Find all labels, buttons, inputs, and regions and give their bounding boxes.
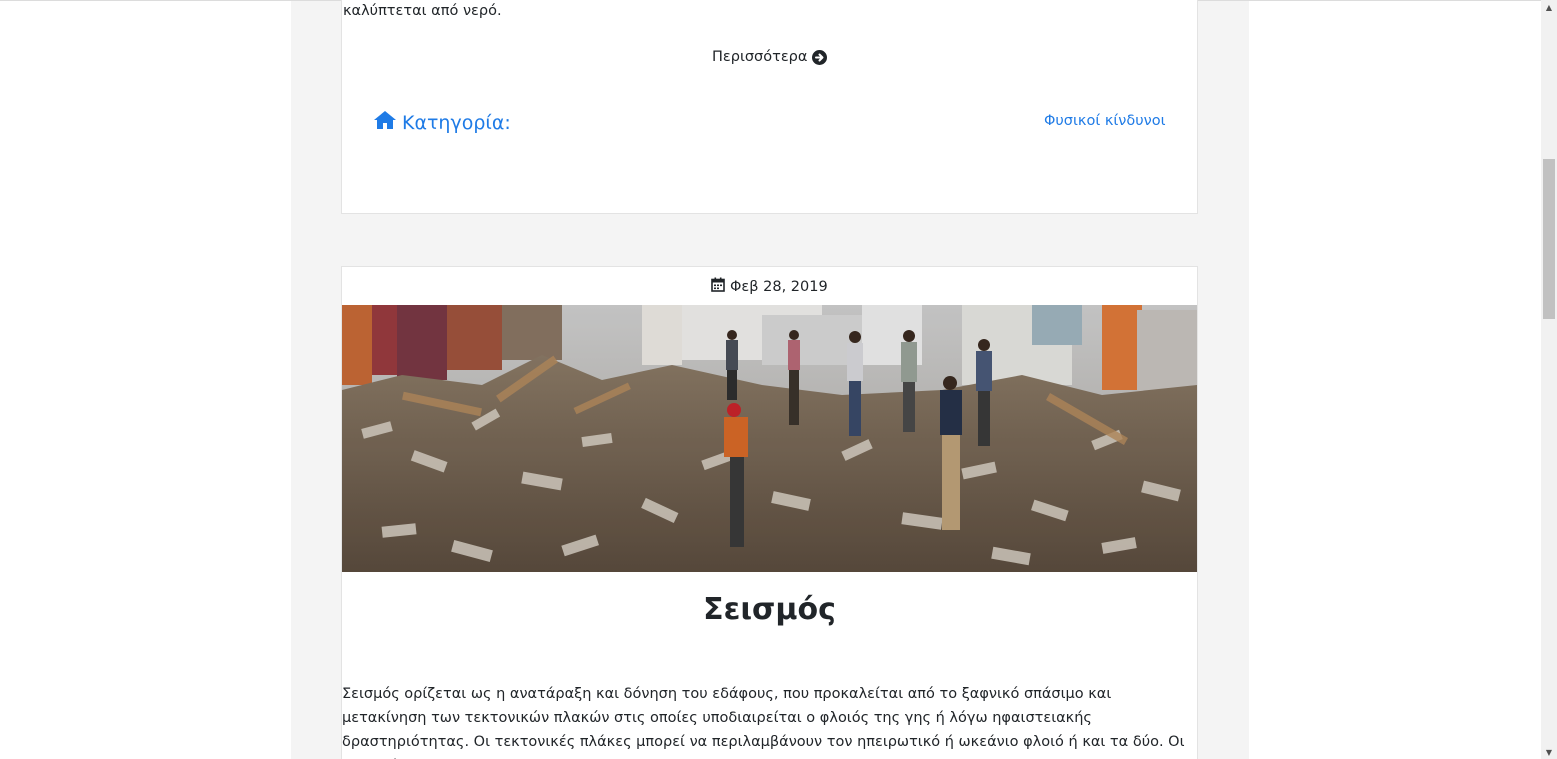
more-link-label: Περισσότερα [712, 49, 808, 65]
scroll-down-icon[interactable]: ▼ [1541, 745, 1557, 759]
category-link-natural-hazards[interactable]: Φυσικοί κίνδυνοι [1044, 113, 1166, 129]
post-date: Φεβ 28, 2019 [711, 277, 828, 296]
post-excerpt: Σεισμός ορίζεται ως η ανατάραξη και δόνη… [342, 686, 1185, 759]
page: καλύπτεται από νερό. Περισσότερα Κατηγορ… [0, 0, 1557, 759]
more-link[interactable]: Περισσότερα [712, 49, 828, 65]
post-date-text: Φεβ 28, 2019 [730, 278, 828, 295]
earthquake-rubble-image [342, 305, 1197, 572]
calendar-icon [711, 277, 725, 296]
arrow-circle-right-icon [812, 49, 828, 65]
post-image[interactable] [342, 305, 1197, 572]
category-label: Κατηγορία: [402, 111, 511, 134]
previous-post-excerpt-end: καλύπτεται από νερό. [343, 3, 502, 19]
category-heading: Κατηγορία: [373, 110, 511, 135]
scrollbar-thumb[interactable] [1543, 159, 1555, 319]
vertical-scrollbar[interactable]: ▲ ▼ [1541, 0, 1557, 759]
post-title[interactable]: Σεισμός [342, 592, 1197, 627]
scroll-up-icon[interactable]: ▲ [1541, 0, 1557, 14]
previous-post-card [341, 0, 1198, 214]
home-icon [373, 110, 397, 135]
